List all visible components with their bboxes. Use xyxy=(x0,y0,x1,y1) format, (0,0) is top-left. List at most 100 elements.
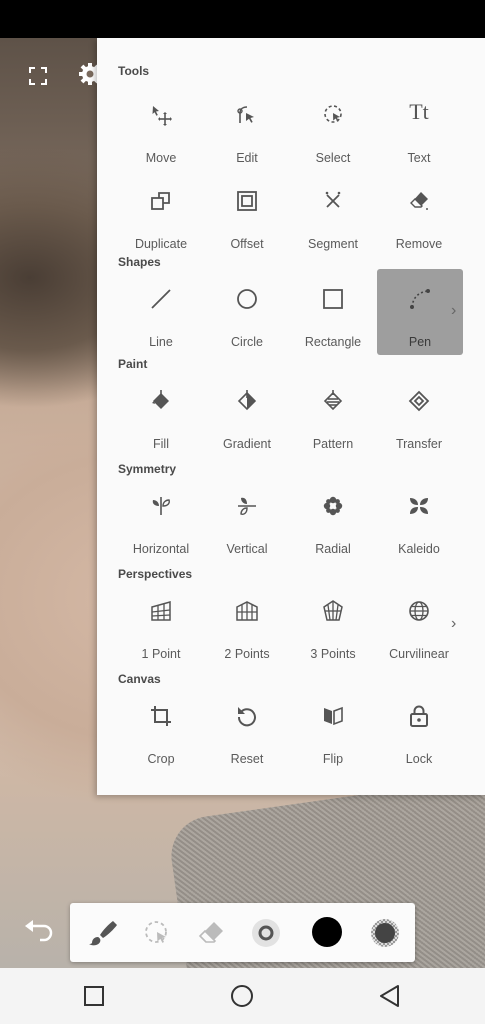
tool-3-points[interactable]: 3 Points xyxy=(290,581,376,667)
tool-1-point[interactable]: 1 Point xyxy=(118,581,204,667)
text-icon: Tt xyxy=(409,99,429,124)
tool-curvilinear[interactable]: Curvilinear xyxy=(376,581,462,667)
section-title-shapes: Shapes xyxy=(118,255,161,269)
perspectives-more-chevron-icon[interactable]: › xyxy=(451,615,456,633)
tool-label: 2 Points xyxy=(224,647,270,661)
tool-fill[interactable]: Fill xyxy=(118,371,204,457)
tool-label: Pen xyxy=(408,335,432,349)
shapes-more-chevron-icon[interactable]: › xyxy=(451,302,456,320)
pen-curve-icon xyxy=(410,289,430,309)
move-icon xyxy=(152,106,172,126)
tool-label: Rectangle xyxy=(304,335,362,349)
tool-flip[interactable]: Flip xyxy=(290,686,376,772)
tools-panel: Tools Move Edit Select Tt Text Duplicate… xyxy=(97,38,485,795)
back-triangle-icon[interactable] xyxy=(376,982,404,1010)
duplicate-icon xyxy=(151,192,170,210)
segment-icon xyxy=(325,191,341,208)
eraser-icon[interactable] xyxy=(195,917,227,949)
tool-radial[interactable]: Radial xyxy=(290,476,376,562)
tool-label: Offset xyxy=(230,237,264,251)
section-title-perspectives: Perspectives xyxy=(118,567,193,581)
tool-label: Remove xyxy=(395,237,443,251)
tool-vertical[interactable]: Vertical xyxy=(204,476,290,562)
tool-label: Horizontal xyxy=(132,542,190,556)
paint-bucket-icon xyxy=(152,390,169,409)
rectangle-icon xyxy=(323,289,343,309)
section-title-canvas: Canvas xyxy=(118,672,161,686)
recents-square-icon[interactable] xyxy=(80,982,108,1010)
tool-circle[interactable]: Circle xyxy=(204,269,290,355)
section-title-tools: Tools xyxy=(118,64,150,78)
undo-icon[interactable] xyxy=(22,918,54,944)
tool-horizontal[interactable]: Horizontal xyxy=(118,476,204,562)
brush-icon[interactable] xyxy=(86,917,118,949)
tool-line[interactable]: Line xyxy=(118,269,204,355)
tool-pattern[interactable]: Pattern xyxy=(290,371,376,457)
gradient-bucket-icon xyxy=(237,390,257,411)
system-nav-bar xyxy=(0,968,485,1024)
one-point-perspective-icon xyxy=(151,601,171,621)
tool-label: Circle xyxy=(231,335,263,349)
tool-gradient[interactable]: Gradient xyxy=(204,371,290,457)
tool-label: Flip xyxy=(322,752,344,766)
tool-label: Transfer xyxy=(395,437,443,451)
tool-label: Gradient xyxy=(223,437,271,451)
tool-label: Pattern xyxy=(312,437,354,451)
tool-rectangle[interactable]: Rectangle xyxy=(290,269,376,355)
lasso-select-icon[interactable] xyxy=(141,917,173,949)
horizontal-symmetry-icon xyxy=(152,497,170,515)
pattern-bucket-icon xyxy=(323,390,343,411)
tool-move[interactable]: Move xyxy=(118,85,204,171)
tool-offset[interactable]: Offset xyxy=(204,171,290,257)
flip-icon xyxy=(324,706,343,726)
color-swatch-icon[interactable] xyxy=(310,915,344,949)
opacity-icon[interactable] xyxy=(369,917,401,949)
tool-label: Curvilinear xyxy=(389,647,449,661)
tool-label: Line xyxy=(149,335,173,349)
tool-label: Vertical xyxy=(226,542,268,556)
tool-kaleido[interactable]: Kaleido xyxy=(376,476,462,562)
kaleido-symmetry-icon xyxy=(410,498,428,514)
line-icon xyxy=(151,289,171,309)
tool-label: Text xyxy=(407,151,431,165)
tool-segment[interactable]: Segment xyxy=(290,171,376,257)
three-points-perspective-icon xyxy=(323,600,343,621)
transfer-icon xyxy=(408,390,430,412)
tool-label: Lock xyxy=(405,752,433,766)
tool-lock[interactable]: Lock xyxy=(376,686,462,772)
tool-crop[interactable]: Crop xyxy=(118,686,204,772)
eraser-icon xyxy=(410,192,428,210)
circle-icon xyxy=(237,289,257,309)
status-bar xyxy=(0,0,485,38)
tool-label: Fill xyxy=(153,437,169,451)
radial-symmetry-icon xyxy=(323,496,343,516)
tool-transfer[interactable]: Transfer xyxy=(376,371,462,457)
tool-duplicate[interactable]: Duplicate xyxy=(118,171,204,257)
lasso-select-icon xyxy=(324,105,342,123)
tool-label: 1 Point xyxy=(141,647,181,661)
bottom-toolbar xyxy=(70,903,415,962)
tool-remove[interactable]: Remove xyxy=(376,171,462,257)
section-title-symmetry: Symmetry xyxy=(118,462,177,476)
tool-label: Crop xyxy=(147,752,175,766)
tool-label: Reset xyxy=(230,752,264,766)
tool-label: Select xyxy=(315,151,351,165)
tool-reset[interactable]: Reset xyxy=(204,686,290,772)
tool-2-points[interactable]: 2 Points xyxy=(204,581,290,667)
expand-icon[interactable] xyxy=(28,66,48,86)
home-circle-icon[interactable] xyxy=(228,982,256,1010)
vertical-symmetry-icon xyxy=(238,497,256,515)
tool-select[interactable]: Select xyxy=(290,85,376,171)
crop-icon xyxy=(151,706,171,726)
tool-edit[interactable]: Edit xyxy=(204,85,290,171)
section-title-paint: Paint xyxy=(118,357,148,371)
tool-label: 3 Points xyxy=(310,647,356,661)
tool-text[interactable]: Tt Text xyxy=(376,85,462,171)
curvilinear-globe-icon xyxy=(409,601,429,621)
tool-label: Segment xyxy=(307,237,359,251)
tool-label: Radial xyxy=(315,542,351,556)
brush-size-icon[interactable] xyxy=(250,917,282,949)
tool-label: Edit xyxy=(236,151,258,165)
two-points-perspective-icon xyxy=(236,601,258,621)
tool-label: Kaleido xyxy=(398,542,440,556)
